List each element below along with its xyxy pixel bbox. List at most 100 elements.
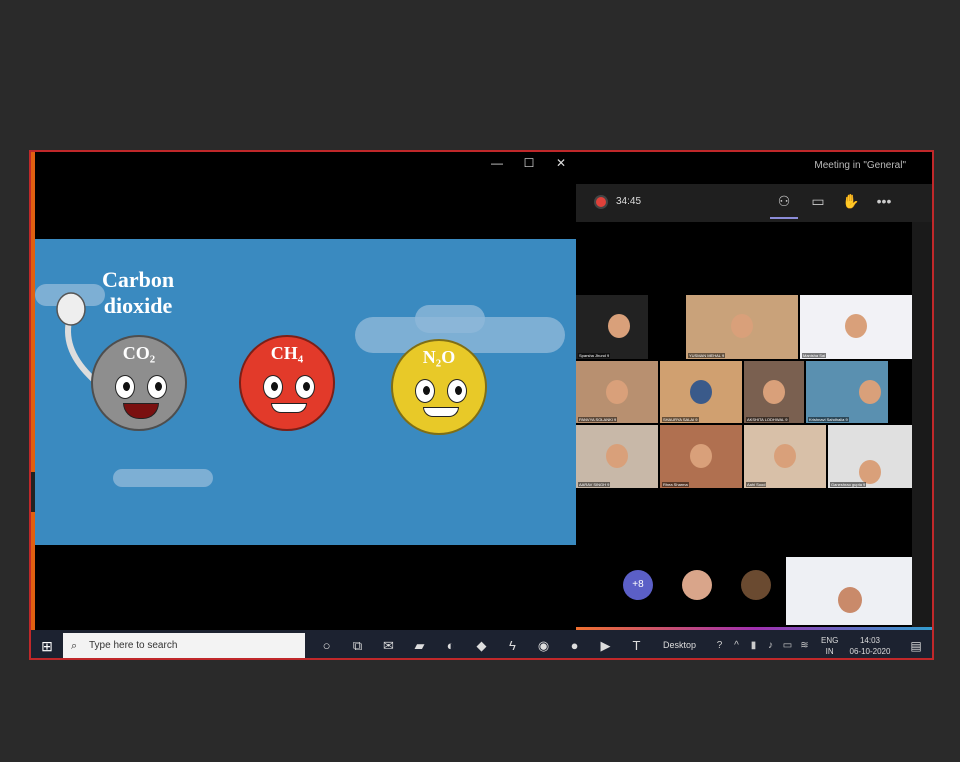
participant-name: Rhea Sharma	[662, 482, 689, 487]
help-icon[interactable]: ?	[711, 630, 728, 658]
wifi-icon[interactable]: ≋	[796, 630, 813, 658]
ch4-label: CH₄	[270, 343, 304, 363]
powerpoint-icon[interactable]: ●	[559, 630, 590, 658]
participant-name: Sparsha Jhund 9	[578, 353, 611, 358]
participant-face	[763, 379, 785, 404]
overflow-avatars: +8	[576, 547, 932, 630]
slide-animation: Carbon dioxide CO₂ CH₄ N₂O	[35, 239, 576, 545]
meeting-timer: 34:45	[616, 196, 642, 207]
taskbar-search[interactable]: ⌕ Type here to search	[63, 633, 305, 658]
cortana-icon[interactable]: ○	[311, 630, 342, 658]
participants-side-panel	[912, 222, 932, 630]
participant-name: PANVYA SOLANKI 9	[578, 417, 618, 422]
teams-icon[interactable]: T	[621, 630, 652, 658]
raise-hand-icon[interactable]: ✋	[841, 193, 861, 210]
co2-eye-right	[147, 375, 167, 399]
participant-face	[845, 314, 867, 339]
participant-name: SHAURYA SALAI 9	[662, 417, 699, 422]
presenter-video[interactable]	[786, 557, 913, 625]
participant-name: Aahi Sood	[746, 482, 767, 487]
presenter-face	[837, 587, 862, 613]
co2-label: CO₂	[122, 343, 156, 363]
recording-icon	[596, 197, 606, 207]
volume-icon[interactable]: ♪	[762, 630, 779, 658]
participant-tile[interactable]: Krishnavi Sahdhalia 9	[806, 361, 888, 423]
participant-tile[interactable]: AKSHITA LODHWAL 9	[744, 361, 804, 423]
system-tray: ? ^ ▮ ♪ ▭ ≋	[711, 630, 813, 658]
participant-name: AARAV SINGH 9	[578, 482, 611, 487]
winamp-icon[interactable]: ϟ	[497, 630, 528, 658]
more-options-icon[interactable]: •••	[874, 193, 894, 209]
participant-tile[interactable]: Aahi Sood	[744, 425, 826, 488]
participant-tile[interactable]: Ganeshrao gupta 9	[828, 425, 912, 488]
video-window: — ☐ ✕ Carbon dioxide CO₂ CH₄ N₂O	[31, 152, 576, 630]
maximize-icon[interactable]: ☐	[522, 156, 536, 170]
co2-mouth	[123, 403, 159, 419]
meeting-toolbar: 34:45 ⚇ ▭ ✋ •••	[576, 184, 932, 222]
participant-tile[interactable]: PANVYA SOLANKI 9	[576, 361, 658, 423]
ch4-eye-left	[263, 375, 283, 399]
notification-icon[interactable]: ▤	[901, 630, 931, 658]
dropbox-icon[interactable]: ◆	[466, 630, 497, 658]
language-indicator[interactable]: ENG IN	[821, 635, 838, 657]
task-view-icon[interactable]: ⧉	[342, 630, 373, 658]
co2-eye-left	[115, 375, 135, 399]
taskbar-clock[interactable]: 14:03 06-10-2020	[846, 635, 894, 657]
windows-taskbar: ⊞ ⌕ Type here to search ○ ⧉ ✉ ▰ ◐ ◆ ϟ ◉ …	[31, 630, 932, 658]
cloud-bottom	[113, 469, 213, 487]
participant-name: YUSMAN MEHAL 9	[688, 353, 726, 358]
participant-tile[interactable]: Rhea Sharma	[660, 425, 742, 488]
close-icon[interactable]: ✕	[554, 156, 568, 170]
participant-face	[859, 459, 881, 484]
participant-face	[606, 443, 628, 468]
participant-face	[608, 314, 631, 339]
search-placeholder: Type here to search	[89, 640, 178, 651]
lang-line2: IN	[825, 647, 834, 656]
desktop-toolbar-label[interactable]: Desktop	[663, 640, 696, 650]
participant-face	[690, 379, 712, 404]
participant-grid: Sparsha Jhund 9 YUSMAN MEHAL 9 Manisha S…	[576, 295, 912, 488]
clock-date: 06-10-2020	[849, 647, 891, 656]
participant-face	[858, 379, 881, 404]
participant-name: Ganeshrao gupta 9	[830, 482, 867, 487]
participant-face	[731, 314, 753, 339]
participant-tile[interactable]: SHAURYA SALAI 9	[660, 361, 742, 423]
chevron-up-icon[interactable]: ^	[728, 630, 745, 658]
participant-tile[interactable]: Sparsha Jhund 9	[576, 295, 648, 359]
participant-face	[690, 443, 712, 468]
participants-icon[interactable]: ⚇	[770, 193, 798, 219]
chat-icon[interactable]: ▭	[808, 193, 828, 210]
minimize-icon[interactable]: —	[490, 156, 504, 170]
participant-name: AKSHITA LODHWAL 9	[746, 417, 789, 422]
ch4-eye-right	[295, 375, 315, 399]
ch4-mouth	[271, 403, 307, 413]
lang-line1: ENG	[821, 636, 839, 645]
participant-tile[interactable]: YUSMAN MEHAL 9	[686, 295, 798, 359]
chrome-icon[interactable]: ◉	[528, 630, 559, 658]
participant-tile[interactable]: AARAV SINGH 9	[576, 425, 658, 488]
mail-icon[interactable]: ✉	[373, 630, 404, 658]
search-icon: ⌕	[71, 640, 78, 652]
ch4-molecule: CH₄	[239, 335, 335, 431]
participant-avatar[interactable]	[741, 570, 771, 600]
edge-icon[interactable]: ◐	[435, 630, 466, 658]
pinned-apps: ○ ⧉ ✉ ▰ ◐ ◆ ϟ ◉ ● ▶ T	[311, 630, 652, 658]
n2o-eye-left	[415, 379, 435, 403]
more-participants-count[interactable]: +8	[623, 570, 653, 600]
participant-name: Krishnavi Sahdhalia 9	[808, 417, 849, 422]
participant-tile[interactable]: Manisha Sai	[800, 295, 912, 359]
microphone-icon[interactable]: ▮	[745, 630, 762, 658]
teams-meeting-panel: Meeting in "General" 34:45 ⚇ ▭ ✋ ••• Spa…	[576, 152, 932, 630]
window-controls: — ☐ ✕	[490, 156, 568, 170]
participant-avatar[interactable]	[682, 570, 712, 600]
participant-face	[774, 443, 796, 468]
clock-time: 14:03	[859, 636, 881, 645]
participant-face	[606, 379, 628, 404]
media-player-icon[interactable]: ▶	[590, 630, 621, 658]
battery-icon[interactable]: ▭	[779, 630, 796, 658]
file-explorer-icon[interactable]: ▰	[404, 630, 435, 658]
cloud-right-top	[415, 305, 485, 333]
participant-name: Manisha Sai	[802, 353, 827, 358]
windows-start-icon[interactable]: ⊞	[31, 630, 63, 658]
screen-frame: — ☐ ✕ Carbon dioxide CO₂ CH₄ N₂O Meeting…	[29, 150, 934, 660]
